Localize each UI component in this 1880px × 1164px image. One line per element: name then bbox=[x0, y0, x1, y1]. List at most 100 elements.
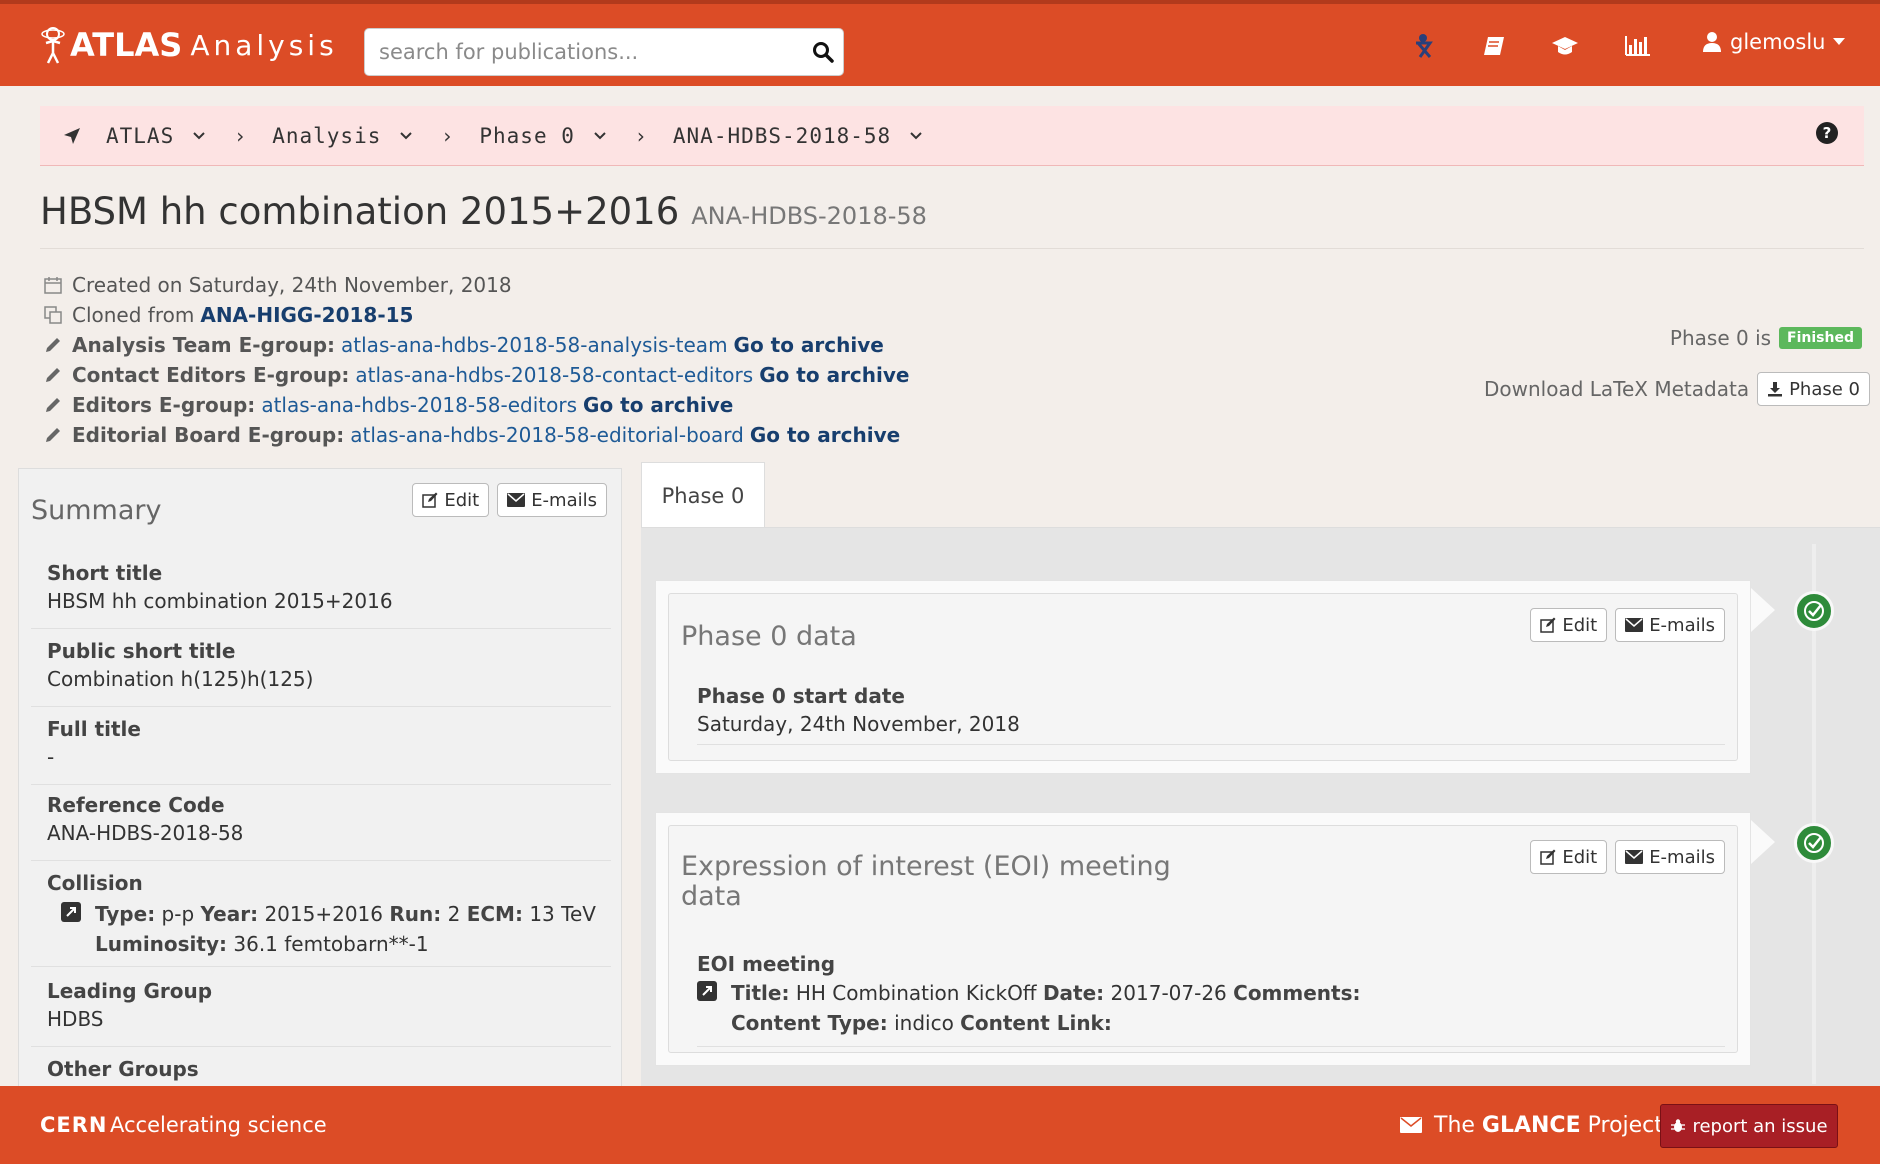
cloned-label: Cloned from bbox=[72, 303, 195, 327]
egroup-link[interactable]: atlas-ana-hdbs-2018-58-contact-editors bbox=[355, 360, 753, 390]
status-badge: Finished bbox=[1779, 327, 1862, 349]
download-phase-button[interactable]: Phase 0 bbox=[1757, 372, 1870, 406]
tagline: Accelerating science bbox=[110, 1113, 327, 1137]
top-navbar: ATLAS Analysis glemoslu bbox=[0, 0, 1880, 86]
egroup-row: Contact Editors E-group: atlas-ana-hdbs-… bbox=[42, 360, 909, 390]
go-to-archive-link[interactable]: Go to archive bbox=[583, 390, 733, 420]
phase0-emails-button[interactable]: E-mails bbox=[1615, 608, 1725, 642]
envelope-icon bbox=[1625, 850, 1644, 864]
external-link-icon[interactable] bbox=[61, 902, 81, 922]
cloned-from-link[interactable]: ANA-HIGG-2018-15 bbox=[200, 300, 413, 330]
eoi-meeting-card: Expression of interest (EOI) meeting data… bbox=[655, 812, 1751, 1066]
breadcrumb-analysis[interactable]: Analysis bbox=[272, 124, 413, 148]
egroup-link[interactable]: atlas-ana-hdbs-2018-58-editors bbox=[261, 390, 577, 420]
logo-analysis-text: Analysis bbox=[190, 28, 338, 62]
egroup-link[interactable]: atlas-ana-hdbs-2018-58-editorial-board bbox=[350, 420, 744, 450]
reference-code-field: Reference Code ANA-HDBS-2018-58 bbox=[31, 793, 611, 861]
pencil-icon bbox=[42, 396, 64, 414]
leading-group-field: Leading Group HDBS bbox=[31, 979, 611, 1047]
card-title: Expression of interest (EOI) meeting data bbox=[681, 851, 1171, 912]
search-icon[interactable] bbox=[803, 41, 843, 63]
chevron-down-icon bbox=[400, 131, 413, 139]
created-text: Created on Saturday, 24th November, 2018 bbox=[72, 273, 512, 297]
breadcrumb-phase[interactable]: Phase 0 bbox=[479, 124, 607, 148]
envelope-icon bbox=[1625, 618, 1644, 632]
egroup-label: Contact Editors E-group: bbox=[72, 363, 350, 387]
tab-phase-0[interactable]: Phase 0 bbox=[641, 462, 765, 528]
logo-atlas-text: ATLAS bbox=[70, 26, 183, 64]
location-arrow-icon bbox=[64, 127, 80, 144]
copy-icon bbox=[42, 306, 64, 324]
graduation-cap-icon[interactable] bbox=[1551, 32, 1579, 60]
collision-details: Type: p-p Year: 2015+2016 Run: 2 ECM: 13… bbox=[95, 902, 596, 956]
book-icon[interactable] bbox=[1480, 32, 1508, 60]
pencil-icon bbox=[42, 426, 64, 444]
breadcrumb-separator: › bbox=[236, 123, 245, 148]
short-title-field: Short title HBSM hh combination 2015+201… bbox=[31, 561, 611, 629]
download-latex-label: Download LaTeX Metadata bbox=[1484, 377, 1750, 401]
summary-heading: Summary bbox=[31, 495, 162, 526]
edit-icon bbox=[422, 492, 438, 508]
search-box bbox=[364, 28, 844, 76]
breadcrumb-atlas[interactable]: ATLAS bbox=[106, 124, 206, 148]
user-icon bbox=[1703, 32, 1721, 52]
check-circle-icon bbox=[1794, 591, 1834, 631]
page-code: ANA-HDBS-2018-58 bbox=[691, 202, 927, 230]
report-issue-button[interactable]: report an issue bbox=[1660, 1104, 1838, 1148]
eoi-meeting-field: EOI meeting Title: HH Combination KickOf… bbox=[697, 952, 1725, 1047]
eoi-edit-button[interactable]: Edit bbox=[1530, 840, 1608, 874]
chevron-down-icon bbox=[594, 131, 606, 139]
edit-icon bbox=[1540, 849, 1556, 865]
egroup-row: Editorial Board E-group: atlas-ana-hdbs-… bbox=[42, 420, 909, 450]
phase0-start-date-field: Phase 0 start date Saturday, 24th Novemb… bbox=[697, 684, 1725, 745]
calendar-icon bbox=[42, 276, 64, 294]
download-icon bbox=[1768, 382, 1783, 397]
summary-panel: Summary Edit E-mails Short title HBSM hh… bbox=[18, 468, 622, 1088]
eoi-meeting-details: Title: HH Combination KickOff Date: 2017… bbox=[731, 981, 1361, 1035]
card-title: Phase 0 data bbox=[681, 621, 857, 652]
summary-emails-button[interactable]: E-mails bbox=[497, 483, 607, 517]
analysis-metadata: Created on Saturday, 24th November, 2018… bbox=[42, 270, 909, 450]
phase0-edit-button[interactable]: Edit bbox=[1530, 608, 1608, 642]
eoi-emails-button[interactable]: E-mails bbox=[1615, 840, 1725, 874]
bar-chart-icon[interactable] bbox=[1624, 32, 1652, 60]
full-title-field: Full title - bbox=[31, 717, 611, 785]
cern-logo-text[interactable]: CERN bbox=[40, 1113, 108, 1137]
glance-project-link[interactable]: The GLANCE Project bbox=[1400, 1113, 1663, 1138]
cloned-row: Cloned from ANA-HIGG-2018-15 bbox=[42, 300, 909, 330]
breadcrumb-separator: › bbox=[443, 123, 452, 148]
egroup-row: Editors E-group: atlas-ana-hdbs-2018-58-… bbox=[42, 390, 909, 420]
atlas-analysis-logo[interactable]: ATLAS Analysis bbox=[38, 20, 338, 70]
phase-status: Phase 0 is Finished bbox=[1670, 326, 1862, 350]
egroup-label: Analysis Team E-group: bbox=[72, 333, 336, 357]
chevron-down-icon bbox=[1833, 38, 1846, 45]
go-to-archive-link[interactable]: Go to archive bbox=[734, 330, 884, 360]
help-icon[interactable]: ? bbox=[1816, 122, 1838, 144]
egroup-label: Editorial Board E-group: bbox=[72, 423, 345, 447]
created-row: Created on Saturday, 24th November, 2018 bbox=[42, 270, 909, 300]
user-menu[interactable]: glemoslu bbox=[1702, 30, 1846, 54]
footer: CERN Accelerating science The GLANCE Pro… bbox=[0, 1086, 1880, 1164]
search-input[interactable] bbox=[365, 29, 803, 75]
username: glemoslu bbox=[1730, 30, 1826, 54]
envelope-icon bbox=[507, 493, 526, 507]
envelope-icon bbox=[1400, 1117, 1422, 1133]
go-to-archive-link[interactable]: Go to archive bbox=[750, 420, 900, 450]
breadcrumb-separator: › bbox=[636, 123, 645, 148]
atlas-figure-icon bbox=[41, 27, 65, 64]
chevron-down-icon bbox=[193, 131, 205, 139]
external-link-icon[interactable] bbox=[697, 981, 717, 1001]
egroup-link[interactable]: atlas-ana-hdbs-2018-58-analysis-team bbox=[341, 330, 728, 360]
summary-edit-button[interactable]: Edit bbox=[412, 483, 490, 517]
chevron-down-icon bbox=[910, 131, 922, 139]
breadcrumb: ATLAS › Analysis › Phase 0 › ANA-HDBS-20… bbox=[40, 106, 1864, 166]
other-groups-field: Other Groups bbox=[47, 1057, 199, 1081]
cern-people-icon[interactable] bbox=[1409, 32, 1437, 60]
divider bbox=[40, 248, 1864, 249]
edit-icon bbox=[1540, 617, 1556, 633]
public-short-title-field: Public short title Combination h(125)h(1… bbox=[31, 639, 611, 707]
phase0-data-card: Phase 0 data Edit E-mails Phase 0 start … bbox=[655, 580, 1751, 774]
go-to-archive-link[interactable]: Go to archive bbox=[759, 360, 909, 390]
egroup-label: Editors E-group: bbox=[72, 393, 256, 417]
breadcrumb-analysis-code[interactable]: ANA-HDBS-2018-58 bbox=[673, 124, 923, 148]
